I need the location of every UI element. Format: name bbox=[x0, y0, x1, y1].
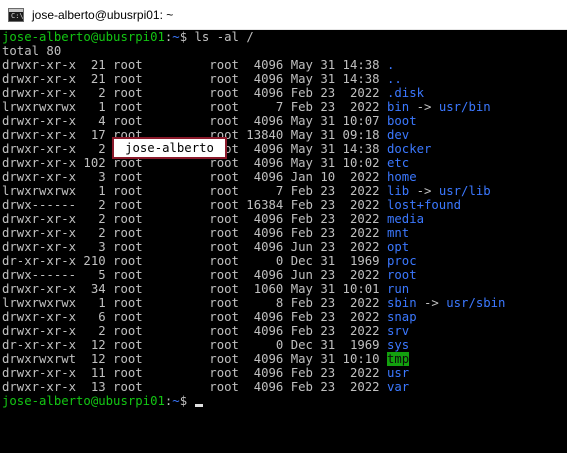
listing-row: lrwxrwxrwx 1 root root 7 Feb 23 2022 lib… bbox=[2, 184, 567, 198]
listing-row: drwx------ 5 root root 4096 Jun 23 2022 … bbox=[2, 268, 567, 282]
listing-row: drwxr-xr-x 2 root root 4096 Feb 23 2022 … bbox=[2, 324, 567, 338]
listing-row: drwxr-xr-x 13 root root 4096 Feb 23 2022… bbox=[2, 380, 567, 394]
total-line: total 80 bbox=[2, 44, 62, 58]
entry-name: usr bbox=[386, 366, 410, 380]
entry-name: var bbox=[386, 380, 410, 394]
entry-meta: drwxr-xr-x 13 root root 4096 Feb 23 2022 bbox=[2, 380, 387, 394]
entry-meta: drwx------ 2 root root 16384 Feb 23 2022 bbox=[2, 198, 387, 212]
listing-row: drwxr-xr-x 102 root root 4096 May 31 10:… bbox=[2, 156, 567, 170]
listing-row: lrwxrwxrwx 1 root root 7 Feb 23 2022 bin… bbox=[2, 100, 567, 114]
entry-name: .. bbox=[386, 72, 402, 86]
entry-meta: drwxr-xr-x 21 root root 4096 May 31 14:3… bbox=[2, 72, 387, 86]
listing-row: drwxr-xr-x 11 root root 4096 Feb 23 2022… bbox=[2, 366, 567, 380]
listing-row: drwxr-xr-x 2 root root 4096 May 31 14:38… bbox=[2, 142, 567, 156]
entry-name: .disk bbox=[386, 86, 425, 100]
entry-name: media bbox=[386, 212, 425, 226]
listing-row: drwxr-xr-x 4 root root 4096 May 31 10:07… bbox=[2, 114, 567, 128]
entry-meta: drwxr-xr-x 4 root root 4096 May 31 10:07 bbox=[2, 114, 387, 128]
entry-name: dev bbox=[386, 128, 410, 142]
command-text: ls -al / bbox=[194, 30, 254, 44]
text-cursor bbox=[194, 404, 203, 407]
listing-row: drwxr-xr-x 17 root root 13840 May 31 09:… bbox=[2, 128, 567, 142]
entry-name: sys bbox=[386, 338, 410, 352]
command-line: jose-alberto@ubusrpi01:~$ ls -al / bbox=[2, 30, 567, 44]
entry-name: home bbox=[386, 170, 417, 184]
entry-meta: drwxr-xr-x 21 root root 4096 May 31 14:3… bbox=[2, 58, 387, 72]
prompt-user-host: jose-alberto@ubusrpi01 bbox=[2, 394, 165, 408]
link-arrow: -> bbox=[416, 296, 447, 310]
entry-meta: drwxr-xr-x 2 root root 4096 Feb 23 2022 bbox=[2, 212, 387, 226]
link-target: usr/bin bbox=[438, 100, 491, 114]
entry-name: lib bbox=[386, 184, 410, 198]
listing-row: drwxrwxrwt 12 root root 4096 May 31 10:1… bbox=[2, 352, 567, 366]
entry-name: run bbox=[386, 282, 410, 296]
entry-meta: drwxr-xr-x 2 root root 4096 Feb 23 2022 bbox=[2, 226, 387, 240]
entry-name: opt bbox=[386, 240, 410, 254]
link-target: usr/sbin bbox=[446, 296, 506, 310]
listing-row: dr-xr-xr-x 210 root root 0 Dec 31 1969 p… bbox=[2, 254, 567, 268]
entry-meta: dr-xr-xr-x 210 root root 0 Dec 31 1969 bbox=[2, 254, 387, 268]
entry-meta: drwxr-xr-x 2 root root 4096 Feb 23 2022 bbox=[2, 86, 387, 100]
entry-name: sbin bbox=[386, 296, 417, 310]
entry-meta: drwxr-xr-x 3 root root 4096 Jan 10 2022 bbox=[2, 170, 387, 184]
listing-row: lrwxrwxrwx 1 root root 8 Feb 23 2022 sbi… bbox=[2, 296, 567, 310]
listing-row: drwxr-xr-x 3 root root 4096 Jun 23 2022 … bbox=[2, 240, 567, 254]
entry-meta: drwx------ 5 root root 4096 Jun 23 2022 bbox=[2, 268, 387, 282]
entry-name: etc bbox=[386, 156, 410, 170]
terminal-icon-glyph: C:\ bbox=[11, 11, 24, 20]
prompt-user-host: jose-alberto@ubusrpi01 bbox=[2, 30, 165, 44]
entry-meta: dr-xr-xr-x 12 root root 0 Dec 31 1969 bbox=[2, 338, 387, 352]
entry-meta: drwxr-xr-x 11 root root 4096 Feb 23 2022 bbox=[2, 366, 387, 380]
entry-name: mnt bbox=[386, 226, 410, 240]
entry-meta: lrwxrwxrwx 1 root root 8 Feb 23 2022 bbox=[2, 296, 387, 310]
listing-row: drwxr-xr-x 2 root root 4096 Feb 23 2022 … bbox=[2, 86, 567, 100]
listing-row: drwxr-xr-x 3 root root 4096 Jan 10 2022 … bbox=[2, 170, 567, 184]
terminal-icon: C:\ bbox=[8, 7, 24, 22]
entry-name: boot bbox=[386, 114, 417, 128]
highlight-annotation: jose-alberto bbox=[112, 137, 227, 159]
listing-row: drwxr-xr-x 2 root root 4096 Feb 23 2022 … bbox=[2, 226, 567, 240]
entry-name: docker bbox=[386, 142, 432, 156]
prompt-symbol: $ bbox=[179, 394, 195, 408]
entry-name: bin bbox=[386, 100, 410, 114]
prompt-symbol: $ bbox=[179, 30, 195, 44]
listing-row: drwxr-xr-x 21 root root 4096 May 31 14:3… bbox=[2, 72, 567, 86]
entry-name: srv bbox=[386, 324, 410, 338]
listing-row: drwxr-xr-x 21 root root 4096 May 31 14:3… bbox=[2, 58, 567, 72]
entry-meta: lrwxrwxrwx 1 root root 7 Feb 23 2022 bbox=[2, 100, 387, 114]
listing-row: drwxr-xr-x 6 root root 4096 Feb 23 2022 … bbox=[2, 310, 567, 324]
entry-meta: drwxr-xr-x 2 root root 4096 Feb 23 2022 bbox=[2, 324, 387, 338]
entry-name: lost+found bbox=[386, 198, 462, 212]
listing-row: drwx------ 2 root root 16384 Feb 23 2022… bbox=[2, 198, 567, 212]
prompt-path: ~ bbox=[172, 30, 180, 44]
prompt-path: ~ bbox=[172, 394, 180, 408]
entry-name: root bbox=[386, 268, 417, 282]
title-bar: C:\ jose-alberto@ubusrpi01: ~ bbox=[0, 0, 567, 30]
window-title: jose-alberto@ubusrpi01: ~ bbox=[32, 7, 174, 22]
entry-meta: drwxr-xr-x 3 root root 4096 Jun 23 2022 bbox=[2, 240, 387, 254]
link-arrow: -> bbox=[409, 100, 439, 114]
entry-name: tmp bbox=[386, 352, 410, 366]
directory-listing: drwxr-xr-x 21 root root 4096 May 31 14:3… bbox=[2, 58, 567, 394]
listing-row: dr-xr-xr-x 12 root root 0 Dec 31 1969 sy… bbox=[2, 338, 567, 352]
prompt-line[interactable]: jose-alberto@ubusrpi01:~$ bbox=[2, 394, 567, 408]
terminal-output[interactable]: jose-alberto@ubusrpi01:~$ ls -al / total… bbox=[2, 30, 567, 453]
listing-row: drwxr-xr-x 2 root root 4096 Feb 23 2022 … bbox=[2, 212, 567, 226]
entry-meta: drwxr-xr-x 6 root root 4096 Feb 23 2022 bbox=[2, 310, 387, 324]
entry-meta: drwxr-xr-x 34 root root 1060 May 31 10:0… bbox=[2, 282, 387, 296]
link-arrow: -> bbox=[409, 184, 439, 198]
entry-meta: lrwxrwxrwx 1 root root 7 Feb 23 2022 bbox=[2, 184, 387, 198]
listing-row: drwxr-xr-x 34 root root 1060 May 31 10:0… bbox=[2, 282, 567, 296]
entry-name: . bbox=[386, 58, 395, 72]
link-target: usr/lib bbox=[438, 184, 491, 198]
entry-name: proc bbox=[386, 254, 417, 268]
entry-name: snap bbox=[386, 310, 417, 324]
entry-meta: drwxrwxrwt 12 root root 4096 May 31 10:1… bbox=[2, 352, 387, 366]
